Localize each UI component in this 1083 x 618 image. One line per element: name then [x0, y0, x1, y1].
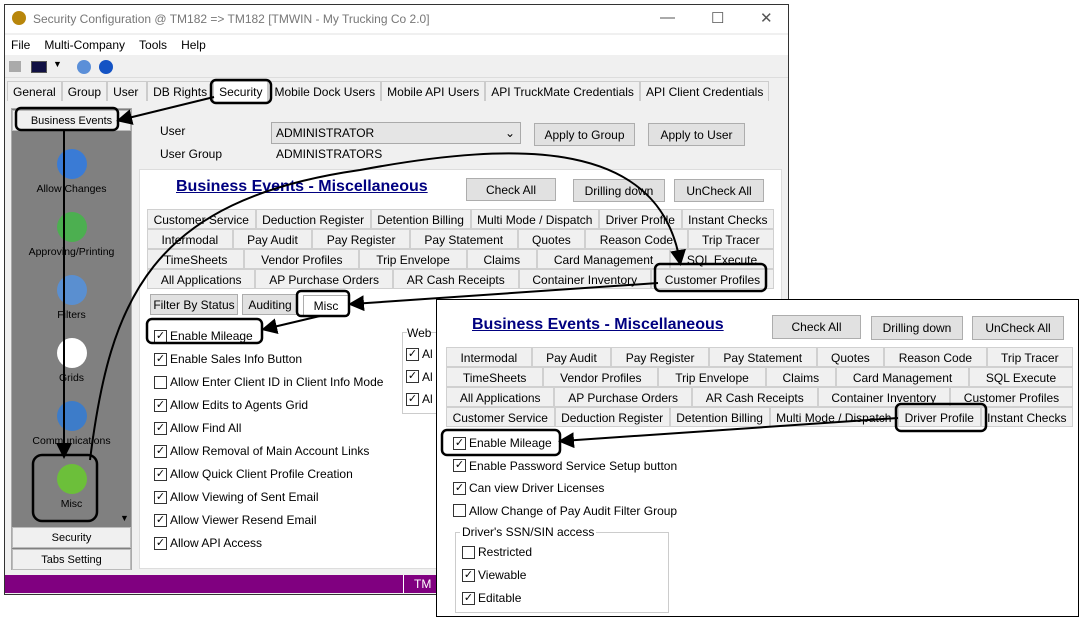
arrow-driver-profile-to-enable-mileage	[558, 417, 899, 449]
highlight-customer-profiles	[653, 262, 768, 293]
highlight-security-tab	[209, 78, 273, 105]
arrow-security-to-business-events	[116, 96, 215, 125]
highlight-business-events	[14, 106, 120, 132]
highlight-overlay-enable-mileage	[440, 428, 562, 457]
annotation-overlay	[14, 78, 988, 523]
highlight-misc-tab	[295, 289, 351, 318]
highlight-misc-item	[31, 453, 99, 523]
highlight-driver-profile	[894, 402, 988, 433]
arrow-customer-profiles-to-misc-tab	[348, 282, 659, 312]
arrow-misc-to-customer-profiles	[89, 152, 686, 461]
highlight-enable-mileage	[145, 317, 264, 345]
arrow-misc-tab-to-enable-mileage	[261, 315, 321, 335]
